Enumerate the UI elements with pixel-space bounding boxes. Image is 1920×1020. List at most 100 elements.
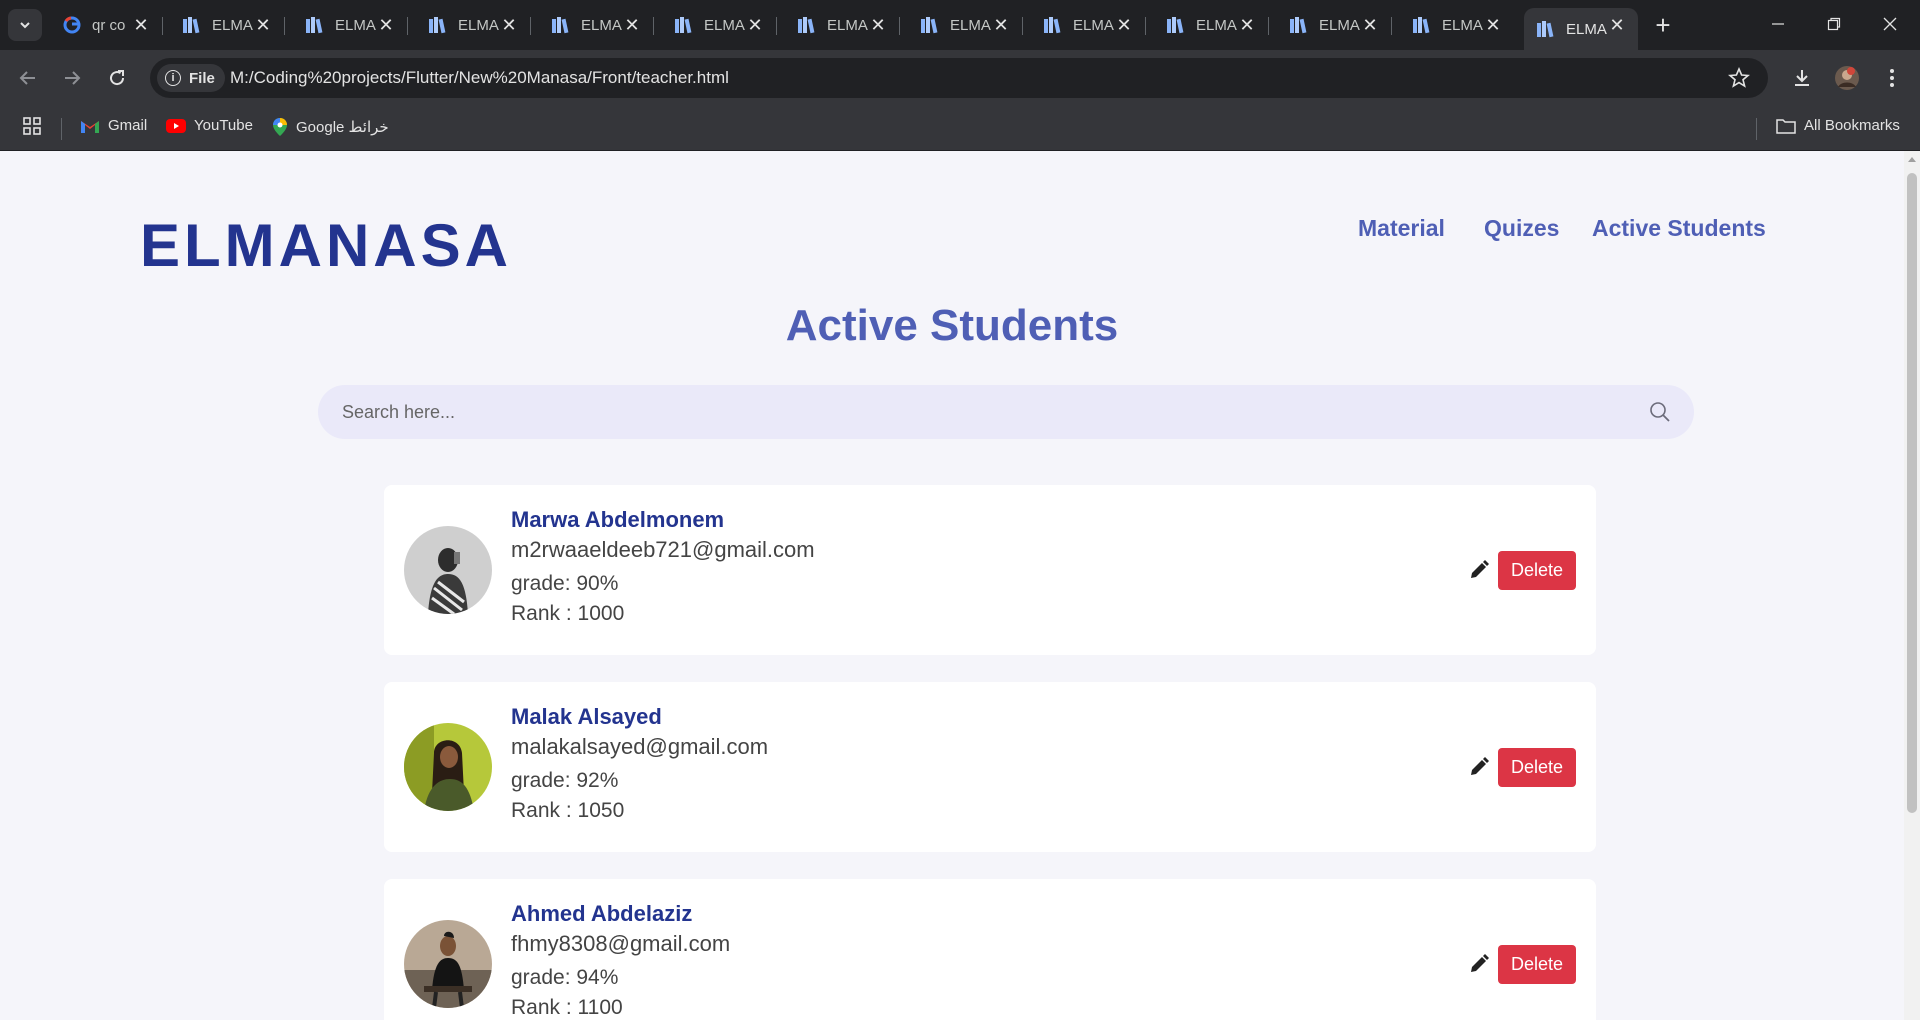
reload-icon — [110, 70, 125, 86]
delete-button[interactable]: Delete — [1498, 945, 1576, 984]
browser-tab[interactable]: ELMA ✕ — [1031, 8, 1146, 42]
bookmarks-bar: Gmail YouTube Google خرائط All Bookmarks — [0, 106, 1920, 151]
address-bar[interactable]: i File M:/Coding%20projects/Flutter/New%… — [150, 58, 1768, 98]
student-card: Ahmed Abdelaziz fhmy8308@gmail.com grade… — [384, 879, 1596, 1020]
google-icon — [62, 15, 82, 35]
youtube-icon — [166, 118, 186, 133]
minimize-button[interactable] — [1750, 0, 1806, 48]
browser-tab[interactable]: qr co ✕ — [50, 8, 163, 42]
close-tab-icon[interactable]: ✕ — [498, 14, 520, 36]
page-scrollbar[interactable] — [1904, 151, 1920, 1020]
url-text[interactable]: M:/Coding%20projects/Flutter/New%20Manas… — [230, 68, 729, 88]
browser-tab[interactable]: ELMA ✕ — [1400, 8, 1514, 42]
scroll-up-arrow-icon[interactable] — [1908, 157, 1916, 162]
site-info-chip[interactable]: i File — [157, 64, 225, 92]
bookmark-gmail[interactable]: Gmail — [80, 117, 147, 134]
search-input[interactable] — [342, 385, 1602, 439]
close-tab-icon[interactable]: ✕ — [1113, 14, 1135, 36]
student-rank: Rank : 1100 — [511, 996, 623, 1019]
edit-pencil-icon[interactable] — [1466, 754, 1492, 780]
tab-title: ELMA — [704, 16, 745, 34]
apps-grid-icon — [23, 117, 41, 135]
apps-button[interactable] — [22, 116, 42, 136]
student-grade: grade: 90% — [511, 572, 619, 595]
brand-logo[interactable]: ELMANASA — [140, 211, 512, 280]
nav-material[interactable]: Material — [1358, 215, 1445, 242]
tab-separator — [162, 17, 163, 35]
browser-tab[interactable]: ELMA ✕ — [170, 8, 285, 42]
student-email: m2rwaaeldeeb721@gmail.com — [511, 537, 815, 562]
edit-pencil-icon[interactable] — [1466, 951, 1492, 977]
books-icon — [1289, 15, 1309, 35]
search-icon[interactable] — [1648, 400, 1672, 429]
close-tab-icon[interactable]: ✕ — [375, 14, 397, 36]
browser-tab[interactable]: ELMA ✕ — [293, 8, 408, 42]
tab-title: ELMA — [212, 16, 253, 34]
close-tab-icon[interactable]: ✕ — [744, 14, 766, 36]
delete-button[interactable]: Delete — [1498, 551, 1576, 590]
tab-separator — [530, 17, 531, 35]
close-tab-icon[interactable]: ✕ — [1359, 14, 1381, 36]
reload-button[interactable] — [101, 62, 133, 94]
nav-active-students[interactable]: Active Students — [1592, 215, 1766, 242]
tab-separator — [1022, 17, 1023, 35]
kebab-menu-icon — [1890, 69, 1894, 87]
close-window-button[interactable] — [1862, 0, 1918, 48]
browser-tab[interactable]: ELMA ✕ — [539, 8, 654, 42]
close-tab-icon[interactable]: ✕ — [130, 14, 152, 36]
browser-tab[interactable]: ELMA ✕ — [785, 8, 900, 42]
browser-tab-active[interactable]: ELMA ✕ — [1524, 8, 1638, 50]
student-name: Marwa Abdelmonem — [511, 507, 725, 532]
minimize-icon — [1772, 23, 1784, 25]
menu-button[interactable] — [1876, 62, 1908, 94]
student-card: Malak Alsayed malakalsayed@gmail.com gra… — [384, 682, 1596, 852]
tab-title: ELMA — [1319, 16, 1360, 34]
tab-search-button[interactable] — [8, 9, 42, 41]
forward-button[interactable] — [56, 62, 88, 94]
back-button[interactable] — [12, 62, 44, 94]
books-icon — [1536, 19, 1556, 39]
scrollbar-thumb[interactable] — [1907, 173, 1917, 813]
browser-toolbar: i File M:/Coding%20projects/Flutter/New%… — [0, 50, 1920, 106]
close-tab-icon[interactable]: ✕ — [990, 14, 1012, 36]
all-bookmarks-label: All Bookmarks — [1804, 117, 1900, 134]
close-tab-icon[interactable]: ✕ — [1236, 14, 1258, 36]
bookmark-label: Gmail — [108, 117, 148, 134]
nav-quizes[interactable]: Quizes — [1484, 215, 1559, 242]
browser-tab[interactable]: ELMA ✕ — [1277, 8, 1392, 42]
student-avatar — [404, 920, 492, 1008]
edit-pencil-icon[interactable] — [1466, 557, 1492, 583]
tab-title: ELMA — [827, 16, 868, 34]
info-icon: i — [165, 70, 181, 86]
close-tab-icon[interactable]: ✕ — [867, 14, 889, 36]
tab-separator — [1268, 17, 1269, 35]
delete-button[interactable]: Delete — [1498, 748, 1576, 787]
bookmark-youtube[interactable]: YouTube — [166, 117, 253, 134]
restore-button[interactable] — [1806, 0, 1862, 48]
tab-title: ELMA — [458, 16, 499, 34]
bookmark-maps[interactable]: Google خرائط — [272, 117, 389, 137]
profile-avatar[interactable] — [1831, 62, 1863, 94]
books-icon — [428, 15, 448, 35]
tab-separator — [653, 17, 654, 35]
bookmark-star-icon[interactable] — [1727, 66, 1751, 94]
tab-title: ELMA — [335, 16, 376, 34]
downloads-button[interactable] — [1786, 62, 1818, 94]
arrow-right-icon — [65, 71, 81, 85]
new-tab-button[interactable]: + — [1648, 10, 1678, 40]
tab-title: ELMA — [1566, 20, 1607, 38]
close-tab-icon[interactable]: ✕ — [1482, 14, 1504, 36]
close-tab-icon[interactable]: ✕ — [621, 14, 643, 36]
browser-tab[interactable]: ELMA ✕ — [908, 8, 1023, 42]
close-tab-icon[interactable]: ✕ — [1606, 14, 1628, 36]
tab-separator — [776, 17, 777, 35]
browser-tab[interactable]: ELMA ✕ — [662, 8, 777, 42]
tab-title: ELMA — [1073, 16, 1114, 34]
site-info-label: File — [189, 69, 215, 87]
all-bookmarks-button[interactable]: All Bookmarks — [1776, 117, 1900, 134]
browser-tab[interactable]: ELMA ✕ — [416, 8, 531, 42]
browser-tab[interactable]: ELMA ✕ — [1154, 8, 1269, 42]
student-grade: grade: 94% — [511, 966, 619, 989]
close-tab-icon[interactable]: ✕ — [252, 14, 274, 36]
tab-separator — [1145, 17, 1146, 35]
